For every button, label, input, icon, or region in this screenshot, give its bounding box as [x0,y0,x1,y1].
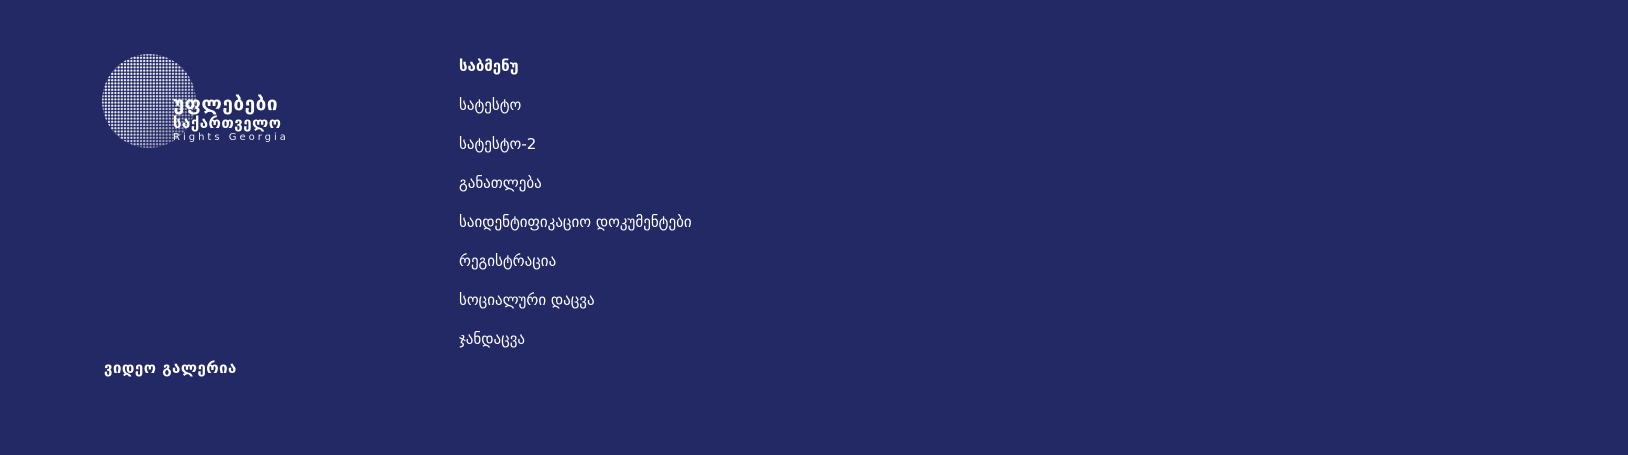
logo-subtitle: საქართველო [173,114,282,132]
menu-item-satesto[interactable]: სატესტო [459,96,692,135]
site-logo[interactable]: უფლებები საქართველო Rights Georgia [101,53,301,151]
submenu-list: სატესტო სატესტო-2 განათლება საიდენტიფიკა… [459,96,692,369]
submenu-nav: საბმენუ სატესტო სატესტო-2 განათლება საიდ… [459,56,692,369]
menu-item-satesto-2[interactable]: სატესტო-2 [459,135,692,174]
video-gallery-link[interactable]: ვიდეო გალერია [104,358,237,378]
menu-link[interactable]: სოციალური დაცვა [459,291,595,309]
logo-tagline: Rights Georgia [173,132,289,143]
logo-title: უფლებები [173,93,279,115]
menu-item-registration[interactable]: რეგისტრაცია [459,252,692,291]
menu-link[interactable]: რეგისტრაცია [459,252,556,270]
menu-link[interactable]: სატესტო-2 [459,135,536,153]
menu-item-social-protection[interactable]: სოციალური დაცვა [459,291,692,330]
logo-wordmark: უფლებები საქართველო Rights Georgia [173,93,289,144]
menu-item-id-documents[interactable]: საიდენტიფიკაციო დოკუმენტები [459,213,692,252]
menu-item-education[interactable]: განათლება [459,174,692,213]
site-footer: უფლებები საქართველო Rights Georgia საბმე… [0,0,1628,455]
menu-link[interactable]: ჯანდაცვა [459,330,525,348]
menu-link[interactable]: საიდენტიფიკაციო დოკუმენტები [459,213,692,231]
menu-item-healthcare[interactable]: ჯანდაცვა [459,330,692,369]
submenu-title: საბმენუ [459,57,519,75]
menu-link[interactable]: განათლება [459,174,542,192]
menu-link[interactable]: სატესტო [459,96,521,114]
